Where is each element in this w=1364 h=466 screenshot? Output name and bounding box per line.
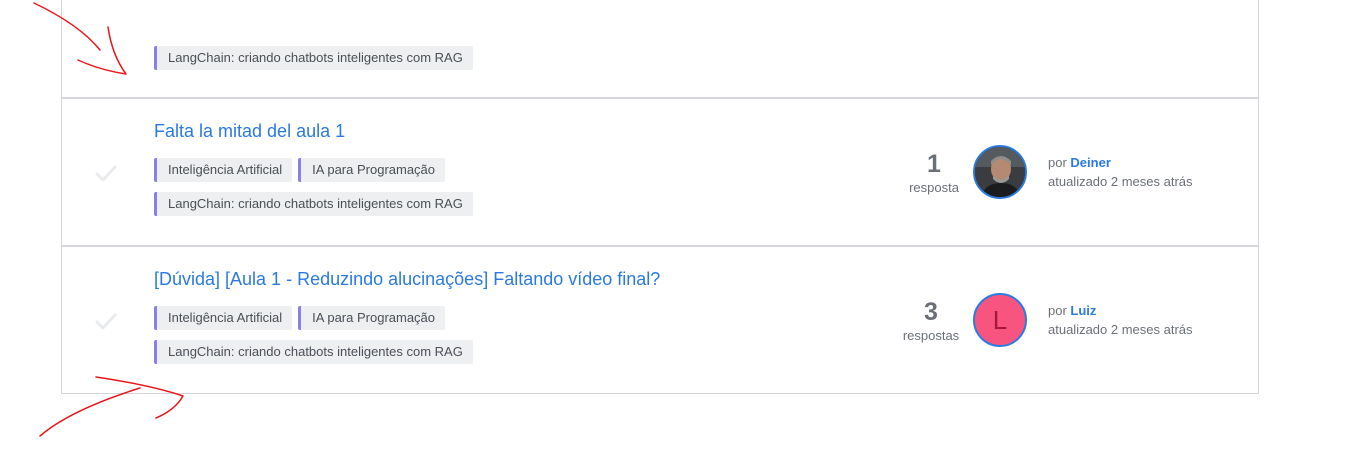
- avatar-initial: L: [992, 305, 1008, 335]
- topic-list-page: LangChain: criando chatbots inteligentes…: [0, 0, 1364, 466]
- updated-time: atualizado 2 meses atrás: [1048, 174, 1193, 189]
- tag-langchain[interactable]: LangChain: criando chatbots inteligentes…: [154, 192, 473, 216]
- reply-count-number: 1: [927, 150, 941, 178]
- topic-title[interactable]: [Dúvida] [Aula 1 - Reduzindo alucinações…: [154, 269, 660, 290]
- tag-inteligencia-artificial[interactable]: Inteligência Artificial: [154, 158, 293, 182]
- topic-card: Falta la mitad del aula 1 Inteligência A…: [61, 98, 1259, 246]
- reply-count-label: respostas: [902, 328, 960, 343]
- reply-count: 3 respostas: [891, 298, 971, 343]
- author-link[interactable]: Deiner: [1070, 155, 1110, 170]
- by-prefix: por: [1048, 155, 1067, 170]
- user-photo-icon: [975, 147, 1025, 197]
- topic-tags: Inteligência Artificial IA para Programa…: [154, 158, 554, 226]
- avatar[interactable]: L: [973, 293, 1027, 347]
- author-link[interactable]: Luiz: [1070, 303, 1096, 318]
- avatar[interactable]: [973, 145, 1027, 199]
- reply-count-number: 3: [924, 298, 938, 326]
- tag-ia-para-programacao[interactable]: IA para Programação: [298, 158, 446, 182]
- solved-check-icon: [95, 313, 117, 330]
- topic-card-partial: LangChain: criando chatbots inteligentes…: [61, 0, 1259, 98]
- topic-tags: LangChain: criando chatbots inteligentes…: [154, 46, 554, 80]
- solved-check-icon: [95, 165, 117, 182]
- reply-count-label: resposta: [909, 180, 959, 195]
- tag-ia-para-programacao[interactable]: IA para Programação: [298, 306, 446, 330]
- tag-inteligencia-artificial[interactable]: Inteligência Artificial: [154, 306, 293, 330]
- tag-langchain[interactable]: LangChain: criando chatbots inteligentes…: [154, 340, 473, 364]
- by-prefix: por: [1048, 303, 1067, 318]
- tag-langchain[interactable]: LangChain: criando chatbots inteligentes…: [154, 46, 473, 70]
- reply-count: 1 resposta: [894, 150, 974, 195]
- topic-tags: Inteligência Artificial IA para Programa…: [154, 306, 554, 374]
- topic-meta: por Deiner atualizado 2 meses atrás: [1048, 153, 1193, 191]
- updated-time: atualizado 2 meses atrás: [1048, 322, 1193, 337]
- topic-title[interactable]: Falta la mitad del aula 1: [154, 121, 345, 142]
- topic-meta: por Luiz atualizado 2 meses atrás: [1048, 301, 1193, 339]
- topic-card: [Dúvida] [Aula 1 - Reduzindo alucinações…: [61, 246, 1259, 394]
